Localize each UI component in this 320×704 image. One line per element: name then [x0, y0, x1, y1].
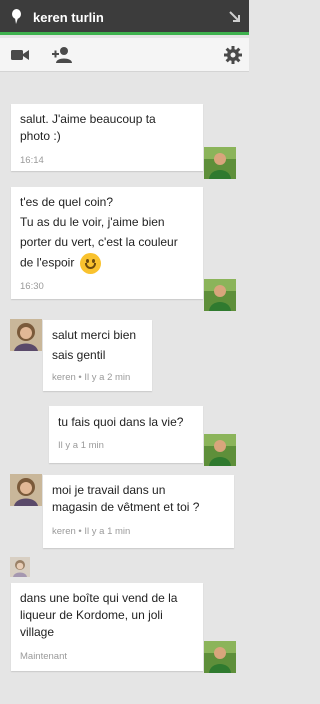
- message-text: salut merci bien: [52, 328, 137, 342]
- video-camera-icon[interactable]: [10, 46, 30, 64]
- message-text-line: de l'espoir: [20, 253, 194, 274]
- outgoing-message: dans une boîte qui vend de la liqueur de…: [11, 583, 203, 671]
- message-text: sais gentil: [52, 348, 106, 362]
- gear-icon[interactable]: [224, 46, 242, 64]
- outgoing-message: t'es de quel coin? Tu as du le voir, j'a…: [11, 187, 203, 299]
- chat-titlebar[interactable]: keren turlin: [0, 0, 249, 35]
- message-text: photo :): [20, 129, 61, 143]
- incoming-message: salut merci bien sais gentil keren • Il …: [43, 320, 152, 391]
- message-timestamp: keren • Il y a 2 min: [52, 372, 131, 383]
- message-text: salut. J'aime beaucoup ta: [20, 112, 156, 126]
- message-timestamp: 16:30: [20, 281, 44, 292]
- message-timestamp: 16:14: [20, 155, 44, 166]
- message-text: de l'espoir: [20, 255, 75, 270]
- contact-avatar: [10, 474, 42, 506]
- message-text: porter du vert, c'est la couleur: [20, 235, 178, 249]
- outgoing-message: salut. J'aime beaucoup ta photo :) 16:14: [11, 104, 203, 171]
- incoming-message: moi je travail dans un magasin de vêtmen…: [43, 475, 234, 548]
- add-person-icon[interactable]: [52, 46, 74, 64]
- minimize-icon[interactable]: [229, 11, 241, 23]
- contact-avatar: [10, 319, 42, 351]
- message-list[interactable]: salut. J'aime beaucoup ta photo :) 16:14…: [0, 72, 249, 704]
- self-avatar: [204, 279, 236, 311]
- contact-name: keren turlin: [33, 10, 104, 25]
- message-text: Tu as du le voir, j'aime bien: [20, 215, 165, 229]
- message-timestamp: Il y a 1 min: [58, 440, 104, 451]
- message-timestamp: keren • Il y a 1 min: [52, 526, 131, 537]
- smiley-emoji-icon: [80, 253, 102, 274]
- message-text: tu fais quoi dans la vie?: [58, 415, 184, 429]
- message-text: t'es de quel coin?: [20, 195, 114, 209]
- self-avatar: [204, 434, 236, 466]
- message-text: liqueur de Kordome, un joli: [20, 608, 163, 622]
- message-text: moi je travail dans un: [52, 483, 166, 497]
- chat-bubble-icon: [12, 9, 21, 24]
- message-text: magasin de vêtment et toi ?: [52, 500, 200, 514]
- message-text: dans une boîte qui vend de la: [20, 591, 178, 605]
- chat-toolbar: [0, 38, 249, 72]
- message-timestamp: Maintenant: [20, 651, 68, 662]
- self-avatar: [204, 147, 236, 179]
- contact-seen-avatar: [10, 557, 30, 577]
- outgoing-message: tu fais quoi dans la vie? Il y a 1 min: [49, 406, 203, 463]
- message-text: village: [20, 625, 55, 639]
- self-avatar: [204, 641, 236, 673]
